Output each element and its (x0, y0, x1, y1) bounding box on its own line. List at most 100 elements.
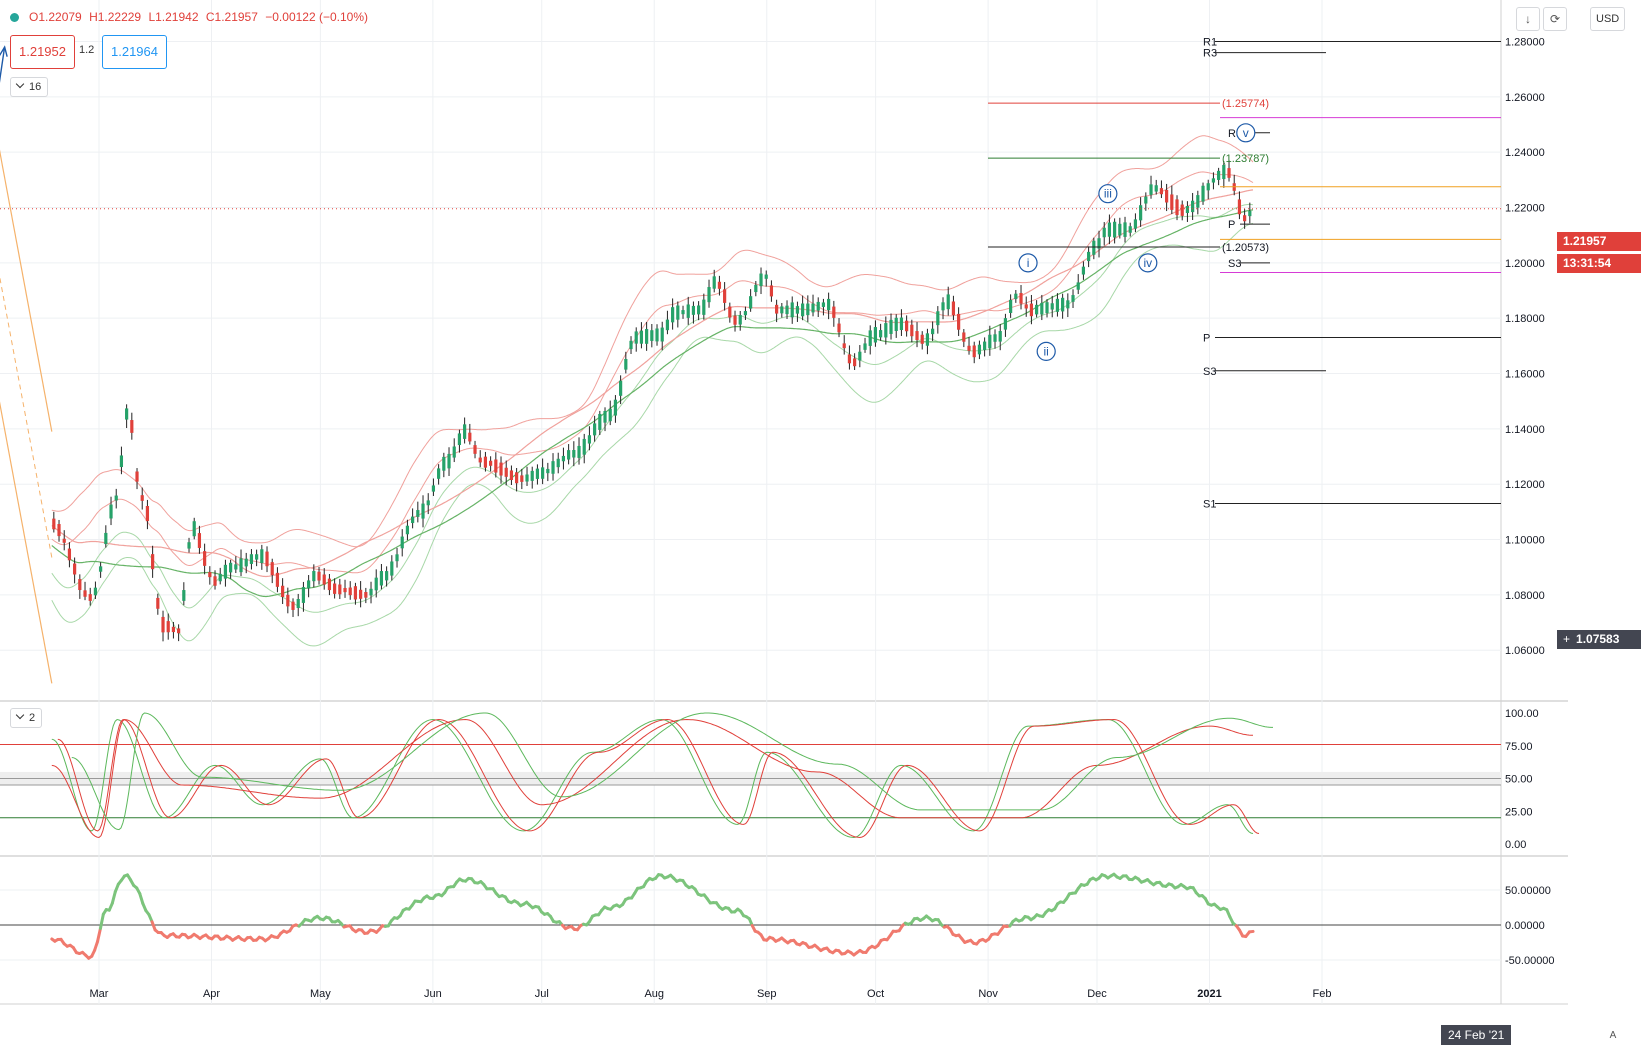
candle-body (931, 328, 935, 335)
candle-body (1024, 304, 1028, 309)
candle-body (775, 304, 779, 314)
candle-body (405, 525, 410, 535)
candle-body (379, 571, 384, 586)
candle-body (998, 331, 1002, 342)
candle-body (619, 380, 623, 396)
momentum-segment (138, 892, 145, 906)
candle-body (411, 516, 415, 524)
candle-body (416, 510, 420, 517)
candle-body (187, 542, 191, 549)
candle-body (946, 294, 950, 310)
price-tick-label: 1.06000 (1505, 645, 1545, 657)
bollinger-mid-green (51, 203, 1254, 613)
candle-body (119, 455, 124, 468)
candle-body (1076, 282, 1080, 290)
candle-body (1128, 226, 1132, 233)
candle-body (275, 572, 280, 587)
candle-body (1040, 302, 1044, 315)
price-tick-label: 1.12000 (1505, 479, 1545, 491)
candle-body (598, 413, 602, 430)
stoch-tick-label: 100.00 (1505, 708, 1539, 720)
candle-body (452, 446, 456, 458)
candle-body (691, 305, 696, 315)
candle-body (385, 571, 389, 581)
candle-body (1009, 299, 1013, 313)
candle-body (307, 580, 311, 589)
marked-level-label: (1.20573) (1222, 242, 1269, 254)
sell-price-button[interactable]: 1.21952 (10, 35, 75, 69)
wave-label: i (1027, 256, 1030, 270)
candle-body (738, 315, 742, 325)
candle-body (1113, 221, 1117, 238)
candle-body (983, 341, 987, 350)
candle-body (57, 524, 61, 537)
market-status-icon (10, 13, 19, 22)
candle-body (1045, 302, 1049, 314)
candle-body (749, 296, 753, 309)
candle-body (208, 572, 212, 578)
candle-body (847, 354, 852, 364)
download-button[interactable]: ↓ (1516, 7, 1540, 31)
candle-body (697, 305, 701, 315)
candle-body (827, 298, 831, 311)
candle-body (561, 455, 566, 462)
candle-body (348, 587, 352, 596)
candle-body (83, 590, 87, 597)
candle-body (151, 554, 155, 570)
candle-body (1196, 195, 1200, 208)
candle-body (489, 460, 493, 466)
candle-body (114, 495, 118, 501)
candle-body (442, 456, 446, 471)
candle-body (192, 521, 196, 537)
candle-body (535, 468, 540, 479)
candle-body (161, 616, 165, 633)
time-tick-label: Feb (1313, 988, 1332, 1000)
candle-body (109, 504, 113, 519)
candle-body (1035, 304, 1039, 315)
candle-body (660, 327, 664, 342)
momentum-tick-label: -50.00000 (1505, 955, 1555, 967)
candle-body (1175, 199, 1179, 216)
candle-body (769, 285, 774, 297)
candle-body (1014, 293, 1018, 300)
momentum-tick-label: 50.00000 (1505, 885, 1551, 897)
candle-body (270, 562, 274, 576)
buy-price-button[interactable]: 1.21964 (102, 35, 167, 69)
chart-canvas[interactable]: Mar Apr May Jun Jul Aug Sep Oct Nov Dec 2021 Feb 1.2… (0, 0, 1641, 1051)
wave-label: iii (1104, 187, 1112, 201)
candle-body (582, 438, 586, 455)
candle-body (520, 475, 524, 482)
marked-level-label: (1.23787) (1222, 153, 1269, 165)
currency-button[interactable]: USD (1590, 7, 1626, 31)
time-tick-label: Aug (644, 988, 664, 1000)
price-tick-label: 1.14000 (1505, 424, 1545, 436)
candle-body (1217, 170, 1221, 180)
candle-body (853, 358, 857, 367)
candle-body (73, 563, 77, 575)
candle-body (702, 299, 706, 315)
indicators-toggle-button[interactable]: 16 (10, 77, 49, 97)
candle-body (707, 287, 711, 303)
auto-scale-button[interactable]: A (1604, 1028, 1622, 1044)
candle-body (1071, 295, 1075, 302)
pivot-label: P (1203, 333, 1210, 345)
chevron-down-icon (15, 710, 25, 720)
candle-body (645, 329, 649, 344)
candle-body (567, 450, 571, 460)
oscillator-toggle-button[interactable]: 2 (10, 708, 43, 728)
candle-body (343, 588, 347, 593)
candle-body (421, 503, 425, 519)
pivot-label: S3 (1228, 258, 1241, 270)
time-tick-label: Oct (867, 988, 884, 1000)
candle-body (556, 458, 560, 468)
chevron-down-icon (15, 79, 25, 89)
candle-body (1102, 227, 1106, 238)
refresh-button[interactable]: ⟳ (1543, 7, 1567, 31)
candle-body (333, 583, 337, 594)
time-tick-label: Nov (978, 988, 998, 1000)
momentum-segment (96, 926, 102, 943)
candle-body (879, 330, 883, 338)
candle-body (941, 302, 945, 311)
candle-body (613, 399, 618, 416)
candle-body (213, 576, 217, 586)
